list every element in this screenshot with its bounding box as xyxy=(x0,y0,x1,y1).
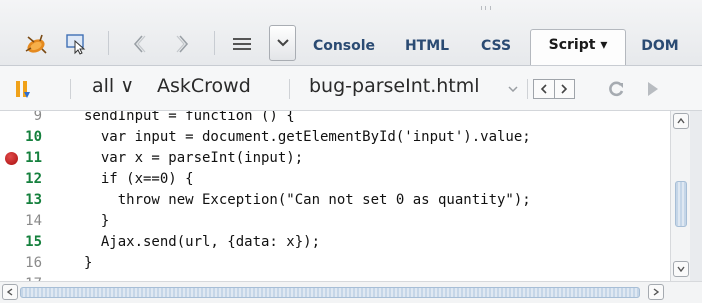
run-icon[interactable] xyxy=(642,78,664,100)
resize-grip-icon[interactable] xyxy=(481,6,491,10)
toolbar-separator xyxy=(214,31,215,55)
code-line[interactable]: 11 var x = parseInt(input); xyxy=(0,148,670,169)
code-line[interactable]: 10 var input = document.getElementById('… xyxy=(0,127,670,148)
code-text: throw new Exception("Can not set 0 as qu… xyxy=(84,192,531,208)
tab-css[interactable]: CSS xyxy=(474,31,518,61)
code-line[interactable]: 13 throw new Exception("Can not set 0 as… xyxy=(0,190,670,211)
pause-on-exception-icon[interactable] xyxy=(12,78,34,100)
line-number[interactable]: 15 xyxy=(22,232,42,253)
firebug-bug-icon[interactable] xyxy=(20,29,54,59)
code-text: var input = document.getElementById('inp… xyxy=(84,129,531,145)
toolbar-separator xyxy=(289,79,290,99)
scroll-left-icon[interactable] xyxy=(2,284,18,300)
inspect-element-icon[interactable] xyxy=(62,30,92,58)
scroll-up-icon[interactable] xyxy=(673,113,689,129)
scroll-right-icon[interactable] xyxy=(648,284,664,300)
vertical-scroll-thumb[interactable] xyxy=(675,181,687,227)
code-line[interactable]: 14 } xyxy=(0,211,670,232)
code-line[interactable]: 15 Ajax.send(url, {data: x}); xyxy=(0,232,670,253)
refresh-icon[interactable] xyxy=(605,78,627,100)
line-number[interactable]: 12 xyxy=(22,169,42,190)
code-text: Ajax.send(url, {data: x}); xyxy=(84,234,321,250)
tab-console[interactable]: Console xyxy=(303,31,385,61)
previous-icon[interactable] xyxy=(534,80,554,98)
forward-icon[interactable] xyxy=(170,31,196,57)
back-icon[interactable] xyxy=(126,31,152,57)
code-line[interactable]: 17 xyxy=(0,274,670,281)
line-number[interactable]: 16 xyxy=(22,253,42,274)
main-menu-icon[interactable] xyxy=(229,31,255,57)
horizontal-scroll-thumb[interactable] xyxy=(20,287,640,298)
tab-html[interactable]: HTML xyxy=(398,31,456,61)
chevron-down-icon[interactable] xyxy=(507,83,519,95)
code-text: var x = parseInt(input); xyxy=(84,150,304,166)
line-number[interactable]: 9 xyxy=(22,111,42,127)
line-number[interactable]: 17 xyxy=(22,274,42,281)
vertical-scrollbar[interactable] xyxy=(670,111,690,281)
side-panel-edge xyxy=(690,111,702,281)
line-number[interactable]: 13 xyxy=(22,190,42,211)
dropdown-arrow-icon[interactable] xyxy=(269,25,296,61)
breakpoint-icon[interactable] xyxy=(5,152,18,165)
code-line[interactable]: 16} xyxy=(0,253,670,274)
line-number[interactable]: 14 xyxy=(22,211,42,232)
code-line[interactable]: 9 sendInput = function () { xyxy=(0,111,670,127)
code-text: } xyxy=(84,255,93,271)
code-text: sendInput = function () { xyxy=(84,111,295,124)
toolbar-separator xyxy=(108,31,109,55)
code-line[interactable]: 12 if (x==0) { xyxy=(0,169,670,190)
file-nav-buttons xyxy=(533,79,575,99)
line-number[interactable]: 11 xyxy=(22,148,42,169)
script-toolbar: all ∨ AskCrowd bug-parseInt.html xyxy=(0,66,702,111)
askcrowd-button[interactable]: AskCrowd xyxy=(157,75,251,97)
script-file-select[interactable]: bug-parseInt.html xyxy=(309,75,480,97)
script-filter-select[interactable]: all ∨ xyxy=(92,75,134,97)
script-source-view[interactable]: 9 sendInput = function () { 10 var input =… xyxy=(0,111,670,281)
code-text: if (x==0) { xyxy=(84,171,194,187)
toolbar-separator xyxy=(527,79,528,99)
toolbar-separator xyxy=(70,79,71,99)
next-icon[interactable] xyxy=(553,80,575,98)
tab-script[interactable]: Script ▾ xyxy=(530,29,626,65)
tab-dom[interactable]: DOM xyxy=(636,31,684,61)
code-text: } xyxy=(84,213,110,229)
line-number[interactable]: 10 xyxy=(22,127,42,148)
horizontal-scrollbar[interactable] xyxy=(0,281,702,303)
scroll-down-icon[interactable] xyxy=(673,261,689,277)
firebug-toolbar: Console HTML CSS Script ▾ DOM xyxy=(0,0,702,66)
